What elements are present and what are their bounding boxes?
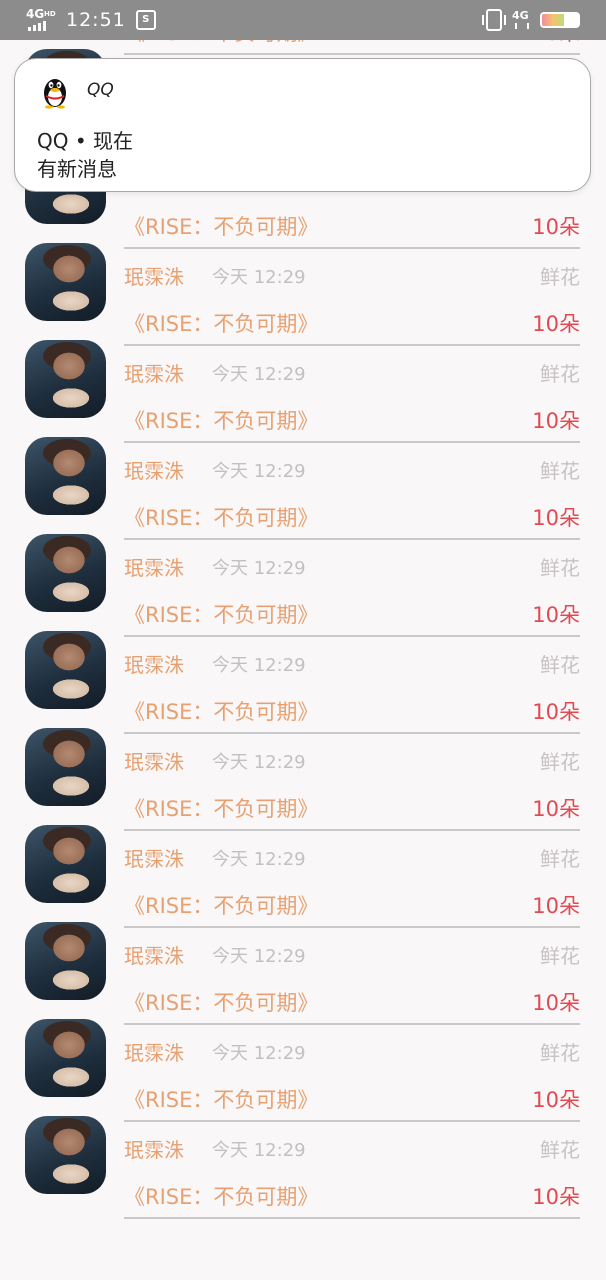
timestamp: 今天 12:29 bbox=[212, 267, 306, 288]
sender-name[interactable]: 珉霂洙 bbox=[124, 455, 184, 484]
gift-type-label: 鲜花 bbox=[540, 847, 580, 871]
sender-name[interactable]: 珉霂洙 bbox=[124, 261, 184, 290]
timestamp: 今天 12:29 bbox=[212, 364, 306, 385]
notification-meta: QQ • 现在 bbox=[37, 129, 133, 153]
feed-row[interactable]: 珉霂洙今天 12:29鲜花《RISE：不负可期》10朵 bbox=[0, 1002, 606, 1122]
work-title[interactable]: 《RISE：不负可期》 bbox=[124, 1181, 318, 1211]
feed-row[interactable]: 珉霂洙今天 12:29鲜花《RISE：不负可期》10朵 bbox=[0, 614, 606, 734]
timestamp: 今天 12:29 bbox=[212, 946, 306, 967]
sender-name[interactable]: 珉霂洙 bbox=[124, 746, 184, 775]
clock: 12:51 bbox=[66, 9, 126, 31]
gift-count: 10朵 bbox=[532, 1185, 580, 1209]
avatar[interactable] bbox=[25, 825, 106, 903]
sender-name[interactable]: 珉霂洙 bbox=[124, 552, 184, 581]
gift-type-label: 鲜花 bbox=[540, 265, 580, 289]
network-type-right: 4G bbox=[512, 9, 529, 22]
sender-name[interactable]: 珉霂洙 bbox=[124, 649, 184, 678]
feed-row[interactable]: 珉霂洙今天 12:29鲜花《RISE：不负可期》10朵 bbox=[0, 226, 606, 346]
timestamp: 今天 12:29 bbox=[212, 1140, 306, 1161]
gift-type-label: 鲜花 bbox=[540, 1041, 580, 1065]
notification-message: 有新消息 bbox=[37, 157, 117, 181]
timestamp: 今天 12:29 bbox=[212, 461, 306, 482]
timestamp: 今天 12:29 bbox=[212, 1043, 306, 1064]
avatar[interactable] bbox=[25, 631, 106, 709]
sender-name[interactable]: 珉霂洙 bbox=[124, 358, 184, 387]
status-bar: 4G HD 12:51 S 4G bbox=[0, 0, 606, 40]
status-left: 4G HD 12:51 S bbox=[26, 8, 156, 32]
hd-label: HD bbox=[44, 10, 56, 18]
feed-row[interactable]: 珉霂洙今天 12:29鲜花《RISE：不负可期》10朵 bbox=[0, 420, 606, 540]
vibrate-icon bbox=[482, 9, 506, 31]
signal-icon: 4G HD bbox=[26, 7, 56, 31]
timestamp: 今天 12:29 bbox=[212, 655, 306, 676]
gift-type-label: 鲜花 bbox=[540, 944, 580, 968]
notification-banner[interactable]: QQ QQ • 现在 有新消息 bbox=[14, 58, 591, 192]
qq-penguin-icon bbox=[44, 79, 66, 109]
row-divider bbox=[124, 1217, 580, 1219]
sender-name[interactable]: 珉霂洙 bbox=[124, 1037, 184, 1066]
gift-type-label: 鲜花 bbox=[540, 362, 580, 386]
feed-row[interactable]: 珉霂洙 今天 12:29 鲜花《RISE：不负可期》 10朵 bbox=[0, 1099, 606, 1219]
avatar[interactable] bbox=[25, 340, 106, 418]
avatar[interactable] bbox=[25, 534, 106, 612]
timestamp: 今天 12:29 bbox=[212, 752, 306, 773]
feed-row[interactable]: 珉霂洙今天 12:29鲜花《RISE：不负可期》10朵 bbox=[0, 711, 606, 831]
avatar[interactable] bbox=[25, 1116, 106, 1194]
avatar[interactable] bbox=[25, 922, 106, 1000]
gift-feed-list[interactable]: 珉霂洙今天 12:29鲜花《RISE：不负可期》10朵珉霂洙今天 12:29鲜花… bbox=[0, 40, 606, 1280]
sender-name[interactable]: 珉霂洙 bbox=[124, 1134, 184, 1163]
avatar[interactable] bbox=[25, 728, 106, 806]
gift-type-label: 鲜花 bbox=[540, 459, 580, 483]
battery-icon bbox=[540, 12, 580, 28]
mobile-data-icon: 4G bbox=[512, 9, 530, 31]
avatar[interactable] bbox=[25, 243, 106, 321]
sender-name[interactable]: 珉霂洙 bbox=[124, 940, 184, 969]
feed-row[interactable]: 珉霂洙今天 12:29鲜花《RISE：不负可期》10朵 bbox=[0, 905, 606, 1025]
avatar[interactable] bbox=[25, 1019, 106, 1097]
sender-name[interactable]: 珉霂洙 bbox=[124, 843, 184, 872]
feed-row[interactable]: 珉霂洙今天 12:29鲜花《RISE：不负可期》10朵 bbox=[0, 323, 606, 443]
gift-type-label: 鲜花 bbox=[540, 653, 580, 677]
avatar[interactable] bbox=[25, 437, 106, 515]
gift-type-label: 鲜花 bbox=[540, 1138, 580, 1162]
gift-type-label: 鲜花 bbox=[540, 750, 580, 774]
gift-type-label: 鲜花 bbox=[540, 556, 580, 580]
timestamp: 今天 12:29 bbox=[212, 558, 306, 579]
notification-app-name: QQ bbox=[87, 80, 114, 100]
timestamp: 今天 12:29 bbox=[212, 849, 306, 870]
status-right: 4G bbox=[482, 8, 580, 32]
feed-row[interactable]: 珉霂洙今天 12:29鲜花《RISE：不负可期》10朵 bbox=[0, 517, 606, 637]
sim-icon: S bbox=[135, 10, 156, 30]
feed-row[interactable]: 珉霂洙今天 12:29鲜花《RISE：不负可期》10朵 bbox=[0, 808, 606, 928]
network-type-left: 4G bbox=[26, 7, 45, 21]
